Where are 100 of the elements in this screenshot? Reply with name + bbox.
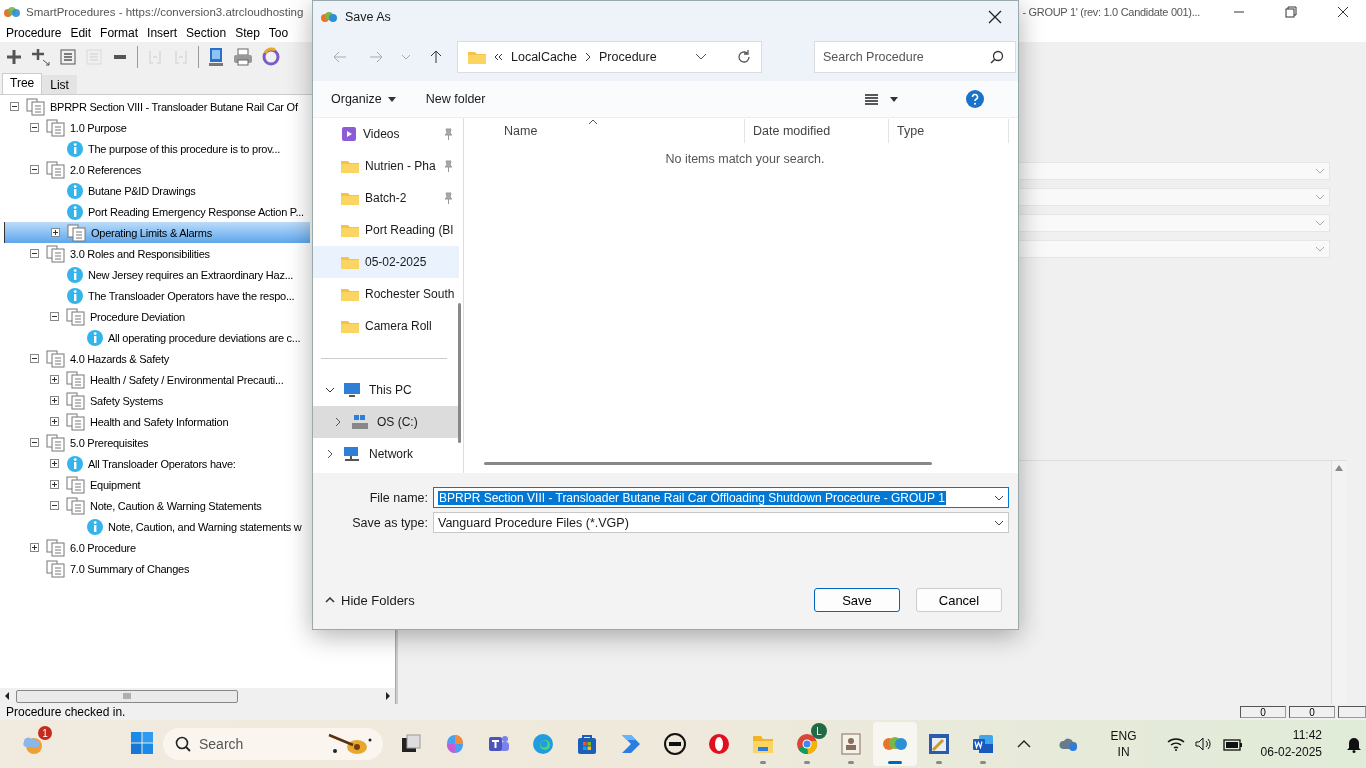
save-button[interactable]: Save [814,588,900,612]
opera-icon[interactable] [707,732,731,756]
scroll-left-icon[interactable] [4,692,10,700]
scrollbar[interactable] [1331,461,1346,704]
collapse-icon[interactable] [10,102,19,111]
scrollbar-thumb[interactable] [16,689,238,703]
tree-item[interactable]: 7.0 Summary of Changes [4,558,310,579]
tree-item[interactable]: 4.0 Hazards & Safety [4,348,310,369]
nav-item[interactable]: Rochester South [313,278,459,310]
nav-item[interactable]: OS (C:) [313,406,459,438]
language-indicator[interactable]: ENG IN [1110,728,1137,760]
tree-item[interactable]: Safety Systems [4,390,310,411]
taskbar-button[interactable]: L [785,722,829,766]
collapse-icon[interactable] [30,123,39,132]
plus-icon[interactable] [5,48,23,66]
windows-start-icon[interactable] [131,731,153,754]
nav-item[interactable]: This PC [313,374,459,406]
word-icon[interactable] [971,732,995,756]
search-field[interactable]: Search [163,728,383,760]
scroll-up-icon[interactable] [1335,465,1343,471]
menu-item[interactable]: Procedure [6,26,62,40]
tree-item[interactable]: Operating Limits & Alarms [4,222,310,243]
file-type-dropdown[interactable]: Vanguard Procedure Files (*.VGP) [433,512,1009,533]
tree-item[interactable]: 2.0 References [4,159,310,180]
tree-item[interactable]: All operating procedure deviations are c... [4,327,310,348]
collapse-icon[interactable] [30,165,39,174]
tree-item[interactable]: Health and Safety Information [4,411,310,432]
chevron-down-icon[interactable] [325,385,335,395]
menu-item[interactable]: Insert [147,26,178,40]
column-header[interactable]: Name [472,119,745,143]
breadcrumb[interactable]: LocalCache [511,50,577,64]
tree-item[interactable]: Procedure Deviation [4,306,310,327]
clock[interactable]: 11:42 06-02-2025 [1260,727,1322,761]
collapse-icon[interactable] [50,312,59,321]
tree-item[interactable]: Note, Caution & Warning Statements [4,495,310,516]
tree-item[interactable]: The purpose of this procedure is to prov... [4,138,310,159]
expand-icon[interactable] [50,459,59,468]
breadcrumb[interactable]: Procedure [599,50,657,64]
new-folder-button[interactable]: New folder [425,92,486,106]
cancel-button[interactable]: Cancel [916,588,1002,612]
circle-logo-icon[interactable] [663,732,687,756]
tree-item[interactable]: Note, Caution, and Warning statements w [4,516,310,537]
menu-item[interactable]: Too [268,26,289,40]
list-icon[interactable] [59,48,77,66]
scrollbar-thumb[interactable] [458,303,461,443]
nav-item[interactable]: Batch-2 [313,182,459,214]
close-icon[interactable] [1337,6,1349,18]
ring-icon[interactable] [261,47,281,67]
collapse-icon[interactable] [30,354,39,363]
tree-item[interactable]: BPRPR Section VIII - Transloader Butane Rail Car Of [4,96,310,117]
tree-item[interactable]: Equipment [4,474,310,495]
chevron-up-icon[interactable] [1016,740,1031,748]
chevron-right-icon[interactable] [333,417,343,427]
menu-item[interactable]: Format [100,26,139,40]
tree-item[interactable]: Port Reading Emergency Response Action P... [4,201,310,222]
tree-item[interactable]: New Jersey requires an Extraordinary Haz... [4,264,310,285]
nav-item[interactable]: Network [313,438,459,470]
dropdown-field[interactable] [1016,240,1330,258]
chrome-icon[interactable] [795,732,819,756]
help-icon[interactable] [966,90,984,108]
address-bar[interactable]: LocalCache Procedure [457,41,762,73]
nav-item[interactable]: Camera Roll [313,310,459,342]
collapse-icon[interactable] [30,438,39,447]
tab[interactable]: List [42,75,77,94]
nav-item[interactable]: Nutrien - Pha [313,150,459,182]
column-header[interactable]: Date modified [745,119,889,143]
tree-item[interactable]: Butane P&ID Drawings [4,180,310,201]
monitor-icon[interactable] [207,47,225,67]
dropdown-field[interactable] [1016,188,1330,206]
store-icon[interactable] [575,732,599,756]
dropdown-field[interactable] [1016,214,1330,232]
id-card-icon[interactable] [839,732,863,756]
pin-icon[interactable] [443,192,453,204]
scroll-right-icon[interactable] [385,692,391,700]
menu-item[interactable]: Step [235,26,260,40]
scrollbar-thumb[interactable] [484,462,932,465]
tree-item[interactable]: All Transloader Operators have: [4,453,310,474]
wifi-icon[interactable] [1166,737,1185,751]
cloud-sync-icon[interactable] [1058,736,1079,752]
up-arrow-icon[interactable] [430,50,442,64]
tree-item[interactable]: 3.0 Roles and Responsibilities [4,243,310,264]
expand-icon[interactable] [50,375,59,384]
search-field[interactable]: Search Procedure [814,41,1016,73]
tree-item[interactable]: 6.0 Procedure [4,537,310,558]
tab[interactable]: Tree [2,73,43,94]
collapse-icon[interactable] [30,249,39,258]
expand-icon[interactable] [50,396,59,405]
plus-arrow-icon[interactable] [31,48,51,66]
expand-icon[interactable] [51,228,60,237]
nav-item[interactable]: 05-02-2025 [313,246,459,278]
hide-folders-button[interactable]: Hide Folders [325,592,415,608]
tree-item[interactable]: 5.0 Prerequisites [4,432,310,453]
tree-item[interactable]: The Transloader Operators have the respo... [4,285,310,306]
tree-item[interactable]: 1.0 Purpose [4,117,310,138]
menu-item[interactable]: Section [186,26,227,40]
column-header[interactable]: Type [889,119,1009,143]
expand-icon[interactable] [50,417,59,426]
organize-button[interactable]: Organize [331,92,396,106]
nav-item[interactable]: Port Reading (Bl [313,214,459,246]
pin-icon[interactable] [443,128,453,140]
